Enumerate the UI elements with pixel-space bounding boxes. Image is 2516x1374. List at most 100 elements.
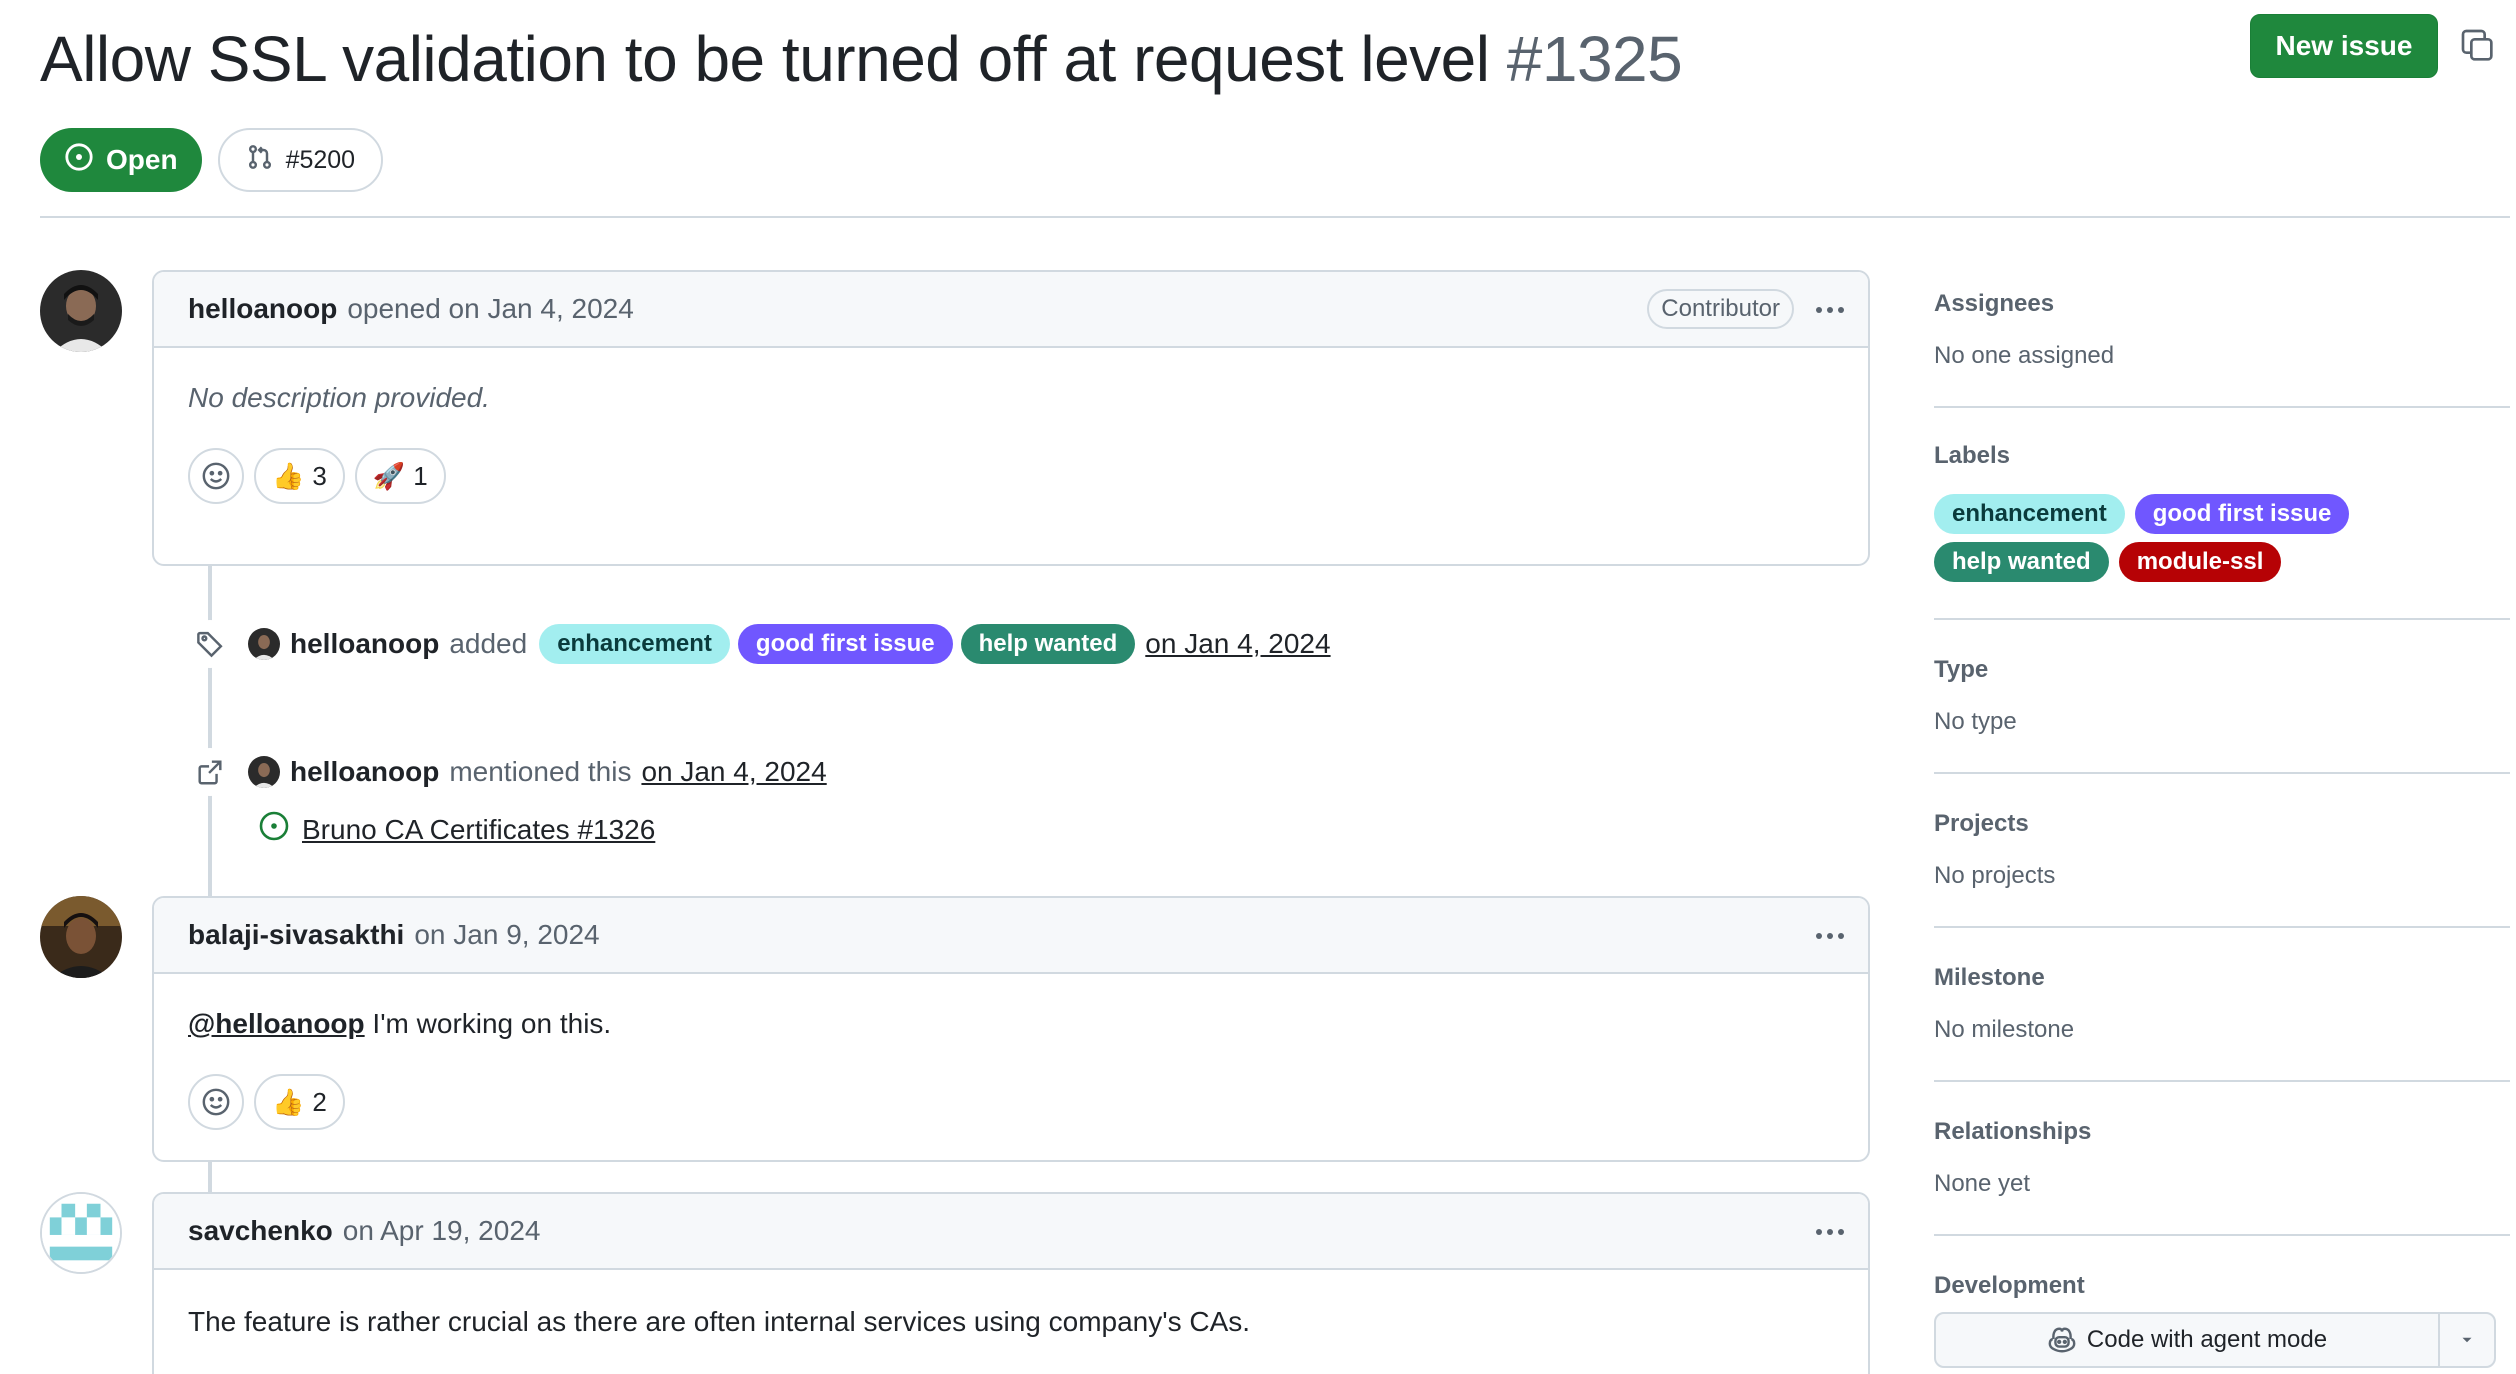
comment-author[interactable]: balaji-sivasakthi <box>188 919 404 951</box>
contributor-badge: Contributor <box>1647 289 1794 329</box>
label-enhancement[interactable]: enhancement <box>1934 494 2125 534</box>
comment-card: savchenko on Apr 19, 2024 The feature is… <box>152 1192 1870 1374</box>
sidebar-value: No projects <box>1934 862 2056 889</box>
sidebar-heading[interactable]: Development <box>1934 1272 2510 1300</box>
tag-icon <box>186 620 234 668</box>
linked-pr-number: #5200 <box>285 145 356 174</box>
reactions-bar: 👍 3 🚀 1 <box>154 448 1868 504</box>
comment-meta[interactable]: opened on Jan 4, 2024 <box>347 293 633 325</box>
label-good-first-issue[interactable]: good first issue <box>737 624 953 664</box>
add-reaction-button[interactable] <box>188 1074 244 1130</box>
label-module-ssl[interactable]: module-ssl <box>2118 542 2282 582</box>
reactions-bar: 👍 2 <box>154 1074 1868 1130</box>
comment-header: savchenko on Apr 19, 2024 <box>154 1194 1868 1270</box>
avatar[interactable] <box>40 270 122 352</box>
issue-state-row: Open #5200 <box>40 128 384 192</box>
sidebar-value: No type <box>1934 708 2017 735</box>
sidebar-development: Development <box>1934 1236 2510 1300</box>
thumbs-up-icon: 👍 <box>272 1086 305 1117</box>
smiley-icon <box>202 1088 230 1116</box>
sidebar-heading[interactable]: Projects <box>1934 810 2510 838</box>
pull-request-icon <box>246 143 274 178</box>
issue-number: #1325 <box>1506 23 1683 95</box>
event-action: added <box>449 628 528 659</box>
rocket-icon: 🚀 <box>372 460 406 491</box>
comment-meta[interactable]: on Apr 19, 2024 <box>343 1215 541 1247</box>
avatar[interactable] <box>248 756 280 788</box>
event-date[interactable]: on Jan 4, 2024 <box>641 756 826 788</box>
caret-down-icon[interactable] <box>2440 1331 2494 1349</box>
comment-author[interactable]: savchenko <box>188 1215 333 1247</box>
referenced-issue-title: Bruno CA Certificates #1326 <box>302 813 656 845</box>
sidebar-value: No milestone <box>1934 1016 2075 1043</box>
comment-header: balaji-sivasakthi on Jan 9, 2024 <box>154 898 1868 974</box>
reaction-count: 2 <box>312 1086 327 1117</box>
comment-body: No description provided. <box>188 382 490 413</box>
sidebar-heading[interactable]: Type <box>1934 656 2510 684</box>
sidebar-heading[interactable]: Labels <box>1934 442 2510 470</box>
issue-sidebar: Assignees No one assigned Labels enhance… <box>1934 270 2510 1368</box>
sidebar-labels: Labels enhancement good first issue help… <box>1934 408 2510 620</box>
reaction-count: 3 <box>312 460 327 491</box>
new-issue-button[interactable]: New issue <box>2250 14 2438 78</box>
event-action: mentioned this <box>449 756 632 787</box>
reaction-rocket[interactable]: 🚀 1 <box>354 448 446 504</box>
label-enhancement[interactable]: enhancement <box>539 624 730 664</box>
sidebar-value: None yet <box>1934 1170 2031 1197</box>
comment-options-icon[interactable] <box>1810 1214 1850 1250</box>
reaction-count: 1 <box>413 460 428 491</box>
reaction-thumbs-up[interactable]: 👍 2 <box>254 1074 345 1130</box>
labels-list: enhancement good first issue help wanted… <box>1934 494 2384 582</box>
avatar[interactable] <box>40 1192 122 1274</box>
cross-reference-icon <box>186 748 234 796</box>
add-reaction-button[interactable] <box>188 448 244 504</box>
comment-body: The feature is rather crucial as there a… <box>188 1306 1251 1337</box>
code-with-agent-button-group: Code with agent mode <box>1934 1312 2496 1368</box>
comment-card: balaji-sivasakthi on Jan 9, 2024 @helloa… <box>152 896 1870 1162</box>
issue-open-icon <box>258 810 290 849</box>
sidebar-value: No one assigned <box>1934 342 2115 369</box>
status-badge: Open <box>40 128 202 192</box>
sidebar-heading[interactable]: Relationships <box>1934 1118 2510 1146</box>
issue-open-icon <box>64 142 94 179</box>
status-text: Open <box>106 144 178 175</box>
event-date[interactable]: on Jan 4, 2024 <box>1145 628 1330 660</box>
sidebar-assignees: Assignees No one assigned <box>1934 270 2510 408</box>
reaction-thumbs-up[interactable]: 👍 3 <box>254 448 345 504</box>
sidebar-milestone: Milestone No milestone <box>1934 928 2510 1082</box>
label-good-first-issue[interactable]: good first issue <box>2134 494 2350 534</box>
linked-pr-link[interactable]: #5200 <box>217 128 384 192</box>
sidebar-heading[interactable]: Assignees <box>1934 290 2510 318</box>
label-help-wanted[interactable]: help wanted <box>960 624 1136 664</box>
copilot-icon <box>2048 1327 2076 1353</box>
comment-author[interactable]: helloanoop <box>188 293 337 325</box>
comment-body: @helloanoop I'm working on this. <box>154 974 1868 1074</box>
issue-title-text: Allow SSL validation to be turned off at… <box>40 23 1490 95</box>
code-with-agent-button[interactable]: Code with agent mode <box>1936 1314 2440 1366</box>
sidebar-relationships: Relationships None yet <box>1934 1082 2510 1236</box>
sidebar-type: Type No type <box>1934 620 2510 774</box>
user-mention[interactable]: @helloanoop <box>188 1008 365 1039</box>
code-with-agent-label: Code with agent mode <box>2086 1326 2328 1353</box>
thumbs-up-icon: 👍 <box>272 460 305 491</box>
timeline-event-mentioned: helloanoop mentioned this on Jan 4, 2024 <box>186 748 827 796</box>
event-author[interactable]: helloanoop <box>290 628 439 660</box>
sidebar-projects: Projects No projects <box>1934 774 2510 928</box>
comment-options-icon[interactable] <box>1810 292 1850 328</box>
event-author[interactable]: helloanoop <box>290 756 439 788</box>
copy-icon[interactable] <box>2458 26 2498 66</box>
header-divider <box>40 216 2510 218</box>
comment-card: helloanoop opened on Jan 4, 2024 Contrib… <box>152 270 1870 566</box>
comment-text: I'm working on this. <box>372 1008 612 1039</box>
issue-title: Allow SSL validation to be turned off at… <box>40 22 1683 96</box>
timeline-event-labeled: helloanoop added enhancement good first … <box>186 620 1331 668</box>
comment-meta[interactable]: on Jan 9, 2024 <box>414 919 599 951</box>
avatar[interactable] <box>248 628 280 660</box>
comment-header: helloanoop opened on Jan 4, 2024 Contrib… <box>154 272 1868 348</box>
referenced-issue-link[interactable]: Bruno CA Certificates #1326 <box>258 810 655 849</box>
avatar[interactable] <box>40 896 122 978</box>
sidebar-heading[interactable]: Milestone <box>1934 964 2510 992</box>
comment-options-icon[interactable] <box>1810 918 1850 954</box>
label-help-wanted[interactable]: help wanted <box>1934 542 2109 582</box>
smiley-icon <box>202 462 230 490</box>
